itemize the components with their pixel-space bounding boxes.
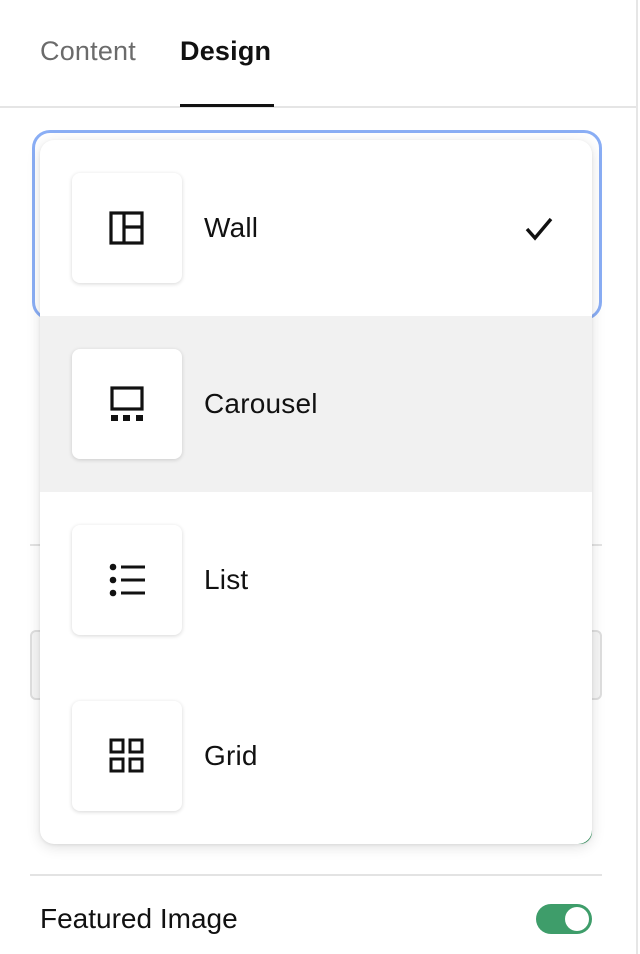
featured-image-toggle[interactable]	[536, 904, 592, 934]
tab-design[interactable]: Design	[180, 36, 271, 67]
layout-dropdown-menu: Wall Carousel List Grid	[40, 140, 592, 844]
layout-option-list[interactable]: List	[40, 492, 592, 668]
tab-content[interactable]: Content	[40, 36, 136, 67]
checkmark-icon	[525, 217, 553, 241]
layout-option-label: Wall	[204, 212, 259, 243]
layout-option-label: Carousel	[204, 388, 318, 419]
layout-option-carousel[interactable]: Carousel	[40, 316, 592, 492]
layout-option-wall[interactable]: Wall	[40, 140, 592, 316]
panel-tabs: Content Design	[0, 0, 636, 108]
list-layout-icon	[72, 525, 182, 635]
featured-image-label: Featured Image	[40, 903, 238, 934]
carousel-layout-icon	[72, 349, 182, 459]
wall-layout-icon	[72, 173, 182, 283]
grid-layout-icon	[72, 701, 182, 811]
layout-option-label: Grid	[204, 740, 258, 771]
active-tab-indicator	[180, 104, 274, 107]
layout-option-grid[interactable]: Grid	[40, 668, 592, 844]
toggle-knob	[565, 907, 589, 931]
section-divider	[30, 874, 602, 876]
design-panel: Content Design Wall Carousel List Grid F…	[0, 0, 638, 954]
layout-option-label: List	[204, 564, 249, 595]
